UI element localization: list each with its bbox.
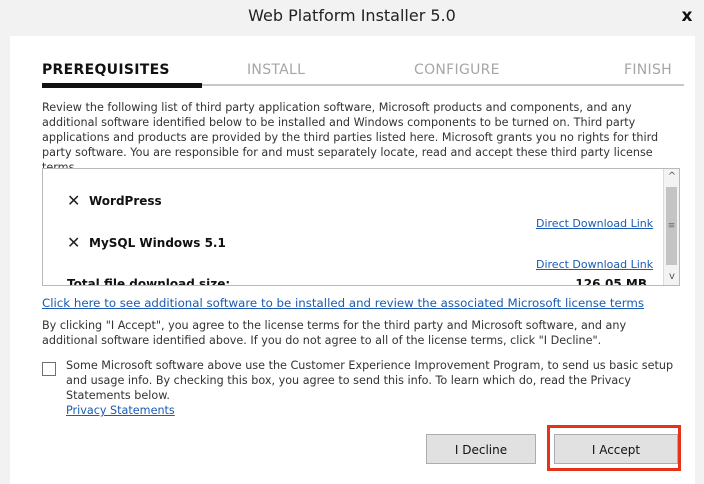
ceip-text: Some Microsoft software above use the Cu… [66,359,674,402]
remove-mysql-icon[interactable]: ✕ [67,233,80,252]
remove-wordpress-icon[interactable]: ✕ [67,191,80,210]
scroll-up-arrow-icon[interactable]: ^ [664,169,679,185]
accept-terms-note: By clicking "I Accept", you agree to the… [42,319,627,347]
mysql-download-link[interactable]: Direct Download Link [536,258,653,271]
product-name-wordpress: WordPress [89,194,162,208]
wordpress-download-link[interactable]: Direct Download Link [536,217,653,230]
window-left-border [0,36,10,484]
close-button[interactable]: x [670,2,704,32]
total-download-size: Total file download size: 126.05 MB [67,277,647,286]
product-name-mysql: MySQL Windows 5.1 [89,236,226,250]
scroll-thumb[interactable]: ≡ [666,187,677,265]
ceip-checkbox[interactable] [42,362,56,376]
window-right-border [695,36,704,484]
scroll-grip-icon: ≡ [667,221,676,231]
tab-install[interactable]: INSTALL [247,62,305,78]
tab-configure[interactable]: CONFIGURE [414,62,500,78]
list-scrollbar[interactable]: ^ ≡ v [663,169,679,285]
product-list[interactable]: ✕ WordPress Direct Download Link ✕ MySQL… [42,168,680,286]
tab-finish[interactable]: FINISH [624,62,672,78]
additional-software-link[interactable]: Click here to see additional software to… [42,296,644,310]
tab-prerequisites[interactable]: PREREQUISITES [42,62,170,78]
accept-highlight-box [547,425,681,471]
title-bar: Web Platform Installer 5.0 x [0,0,704,36]
total-size-value: 126.05 MB [575,277,647,286]
total-size-label: Total file download size: [67,277,231,286]
scroll-down-arrow-icon[interactable]: v [664,269,679,285]
intro-text: Review the following list of third party… [42,101,659,174]
window-title: Web Platform Installer 5.0 [248,6,456,25]
privacy-statements-link[interactable]: Privacy Statements [66,404,175,417]
active-tab-indicator [42,83,202,88]
decline-button[interactable]: I Decline [426,434,536,464]
installer-window: Web Platform Installer 5.0 x PREREQUISIT… [0,0,704,484]
